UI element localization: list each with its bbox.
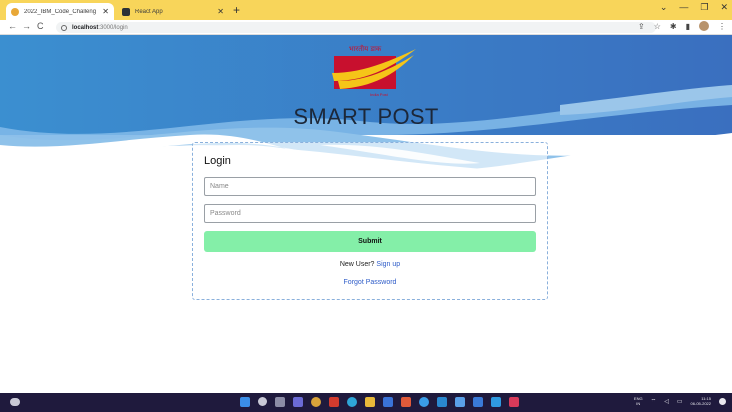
volume-icon[interactable]: ◁: [664, 398, 669, 405]
tab-title: 2022_IBM_Code_Challenge_Smar: [24, 8, 97, 15]
toolbar-icons: ⇪ ☆ ✱ ▮ ⋮: [638, 21, 726, 31]
submit-button[interactable]: Submit: [204, 231, 536, 252]
star-icon[interactable]: ☆: [654, 22, 661, 31]
menu-dots-icon[interactable]: ⋮: [718, 22, 726, 31]
tab-title: React App: [135, 8, 163, 15]
store-icon[interactable]: [383, 397, 393, 407]
maximize-icon[interactable]: ❐: [700, 2, 708, 13]
address-path: :3000/login: [98, 24, 128, 31]
name-input[interactable]: Name: [204, 177, 536, 196]
browser-tab-strip: 2022_IBM_Code_Challenge_Smar ✕ React App…: [0, 0, 732, 20]
language-indicator[interactable]: ENG IN: [634, 396, 643, 406]
system-tray: ENG IN ⌔ ◁ ▭ 11:15 06-05-2022: [634, 396, 726, 406]
brave-icon[interactable]: [401, 397, 411, 407]
tab-ibm-code-challenge[interactable]: 2022_IBM_Code_Challenge_Smar ✕: [6, 3, 114, 20]
minimize-icon[interactable]: —: [679, 2, 688, 13]
address-host: localhost: [72, 24, 99, 31]
search-icon[interactable]: [258, 397, 267, 406]
chrome-icon: [11, 7, 19, 16]
teams-icon[interactable]: [293, 397, 303, 407]
new-user-line: New User? Sign up: [193, 261, 547, 268]
weather-icon[interactable]: [10, 398, 20, 406]
profile-avatar[interactable]: [699, 21, 709, 31]
close-window-icon[interactable]: ✕: [720, 2, 728, 13]
clock[interactable]: 11:15 06-05-2022: [691, 396, 711, 406]
wifi-icon[interactable]: ⌔: [651, 397, 657, 405]
reload-icon[interactable]: C: [37, 21, 44, 31]
taskbar-apps: [240, 397, 519, 407]
sidebar-icon[interactable]: ▮: [686, 22, 690, 31]
share-icon[interactable]: ⇪: [638, 22, 645, 31]
forgot-password-link[interactable]: Forgot Password: [193, 279, 547, 286]
password-input[interactable]: Password: [204, 204, 536, 223]
tab-react-app[interactable]: React App ✕: [117, 3, 229, 20]
new-user-text: New User?: [339, 261, 375, 268]
photos-icon[interactable]: [455, 397, 465, 407]
logo-subtitle: India Post: [370, 92, 388, 97]
back-arrow-icon[interactable]: ←: [8, 21, 17, 31]
address-bar[interactable]: localhost:3000/login: [56, 22, 656, 33]
vscode-icon[interactable]: [491, 397, 501, 407]
signup-link[interactable]: Sign up: [376, 261, 400, 268]
close-icon[interactable]: ✕: [217, 7, 224, 16]
task-view-icon[interactable]: [275, 397, 285, 407]
new-tab-button[interactable]: +: [233, 4, 240, 16]
tab-search-icon[interactable]: ⌄: [660, 2, 668, 13]
calendar-icon[interactable]: [473, 397, 483, 407]
battery-icon[interactable]: ▭: [677, 398, 683, 405]
login-heading: Login: [204, 155, 231, 167]
mail-icon[interactable]: [437, 397, 447, 407]
app-icon[interactable]: [419, 397, 429, 407]
info-icon[interactable]: [61, 24, 67, 31]
notification-icon[interactable]: [719, 397, 726, 405]
logo-swoosh-icon: [332, 49, 416, 89]
browser-toolbar: ← → C localhost:3000/login ⇪ ☆ ✱ ▮ ⋮: [0, 20, 732, 35]
windows-start-icon[interactable]: [240, 397, 250, 407]
window-controls: ⌄ — ❐ ✕: [660, 2, 728, 13]
clock-date: 06-05-2022: [690, 401, 711, 406]
file-explorer-icon[interactable]: [365, 397, 375, 407]
react-icon: [122, 7, 130, 16]
close-icon[interactable]: ✕: [102, 7, 109, 16]
extensions-icon[interactable]: ✱: [670, 22, 677, 31]
chrome-taskbar-icon[interactable]: [311, 397, 321, 407]
netflix-icon[interactable]: [329, 397, 339, 407]
forward-arrow-icon[interactable]: →: [22, 21, 31, 31]
region-code: IN: [636, 401, 641, 406]
login-card: Login Name Password Submit New User? Sig…: [192, 142, 548, 300]
page-title: SMART POST: [293, 104, 439, 129]
app-icon[interactable]: [509, 397, 519, 407]
edge-icon[interactable]: [347, 397, 357, 407]
windows-taskbar: ENG IN ⌔ ◁ ▭ 11:15 06-05-2022: [0, 393, 732, 412]
